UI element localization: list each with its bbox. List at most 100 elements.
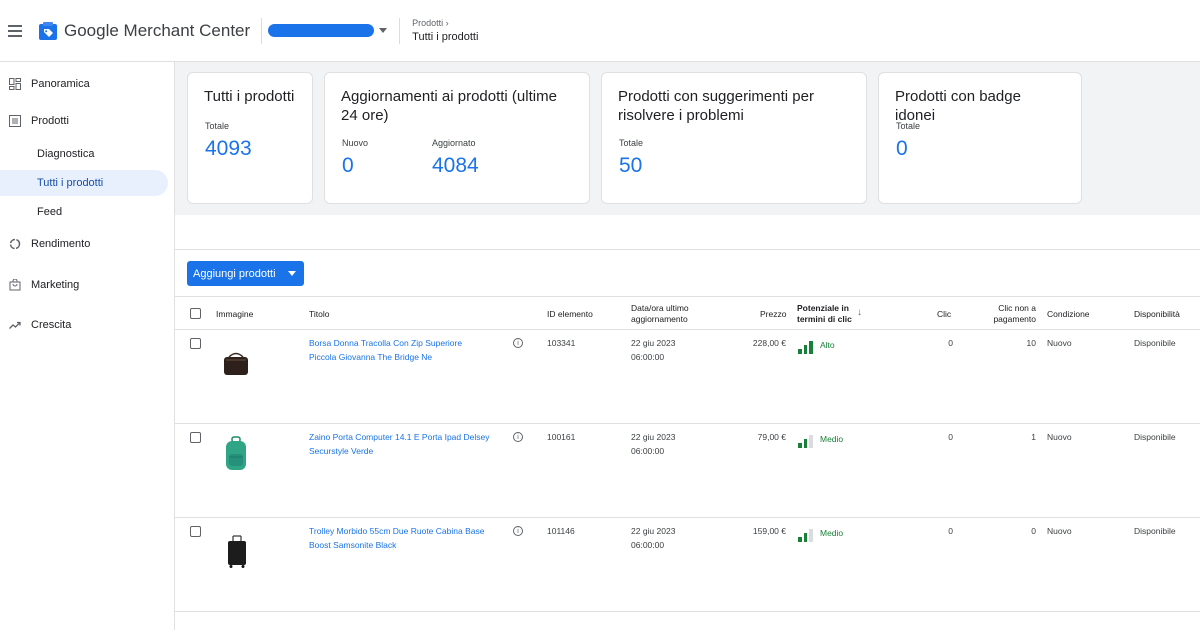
metric-label: Totale <box>619 138 644 148</box>
item-id: 101146 <box>547 526 575 536</box>
column-header-title[interactable]: Titolo <box>309 309 329 320</box>
bag-icon <box>220 347 252 384</box>
product-title-link[interactable]: Zaino Porta Computer 14.1 E Porta Ipad D… <box>309 430 489 458</box>
availability: Disponibile <box>1134 432 1176 442</box>
sidebar-item-label: Prodotti <box>31 115 69 127</box>
breadcrumb: Prodotti › Tutti i prodotti <box>412 18 478 43</box>
last-updated: 22 giu 2023 06:00:00 <box>631 432 676 456</box>
price: 159,00 € <box>752 526 786 536</box>
sort-down-icon[interactable]: ↓ <box>857 307 862 318</box>
product-title-link[interactable]: Borsa Donna Tracolla Con Zip Superiore P… <box>309 336 462 364</box>
item-id: 100161 <box>547 432 576 442</box>
click-potential-bars-icon <box>798 341 813 354</box>
add-products-button[interactable]: Aggiungi prodotti <box>187 261 304 286</box>
metric-label: Nuovo <box>342 138 369 148</box>
condition: Nuovo <box>1047 432 1072 442</box>
sidebar-item-crescita[interactable]: Crescita <box>0 312 71 338</box>
account-dropdown-icon[interactable] <box>379 28 388 33</box>
row-checkbox[interactable] <box>190 526 201 537</box>
summary-band: Tutti i prodotti Totale 4093 Aggiornamen… <box>175 62 1200 215</box>
backpack-icon <box>223 436 249 477</box>
shopping-bag-icon <box>9 278 21 291</box>
dashboard-icon <box>9 78 21 90</box>
hamburger-menu-icon[interactable] <box>8 24 22 37</box>
sidebar-item-feed[interactable]: Feed <box>0 199 168 225</box>
column-header-condition[interactable]: Condizione <box>1047 309 1090 320</box>
info-icon[interactable]: i <box>513 432 523 442</box>
click-potential-bars-icon <box>798 529 813 542</box>
product-title-link[interactable]: Trolley Morbido 55cm Due Ruote Cabina Ba… <box>309 524 484 552</box>
condition: Nuovo <box>1047 526 1072 536</box>
sidebar-item-tutti-i-prodotti[interactable]: Tutti i prodotti <box>0 170 168 196</box>
unpaid-clicks: 10 <box>1026 338 1036 348</box>
table-row[interactable]: Trolley Morbido 55cm Due Ruote Cabina Ba… <box>175 518 1200 612</box>
column-header-availability[interactable]: Disponibilità <box>1134 309 1180 320</box>
sidebar: Panoramica Prodotti Diagnostica Tutti i … <box>0 62 175 630</box>
card-title: Prodotti con badge idonei <box>895 88 1021 124</box>
card-product-updates[interactable]: Aggiornamenti ai prodotti (ultime 24 ore… <box>324 72 590 204</box>
merchant-center-logo-icon <box>38 21 58 41</box>
column-header-clicks[interactable]: Clic <box>937 309 951 320</box>
unpaid-clicks: 0 <box>1031 526 1036 536</box>
card-title: Aggiornamenti ai prodotti (ultime 24 ore… <box>341 88 557 124</box>
donut-icon <box>9 238 21 250</box>
table-header: Immagine Titolo ID elemento Data/ora ult… <box>175 296 1200 330</box>
account-selector[interactable] <box>268 24 375 37</box>
suitcase-icon <box>225 535 249 574</box>
sidebar-item-marketing[interactable]: Marketing <box>0 272 79 298</box>
last-updated: 22 giu 2023 06:00:00 <box>631 338 676 362</box>
card-title: Prodotti con suggerimenti per risolvere … <box>618 88 814 124</box>
click-potential-label: Medio <box>820 434 844 444</box>
metric-value: 0 <box>896 137 908 160</box>
metric-label: Totale <box>205 121 230 131</box>
top-app-bar: Google Merchant Center Prodotti › Tutti … <box>0 0 1200 62</box>
column-header-updated[interactable]: Data/ora ultimo aggiornamento <box>631 303 689 325</box>
sidebar-item-label: Rendimento <box>31 238 91 250</box>
unpaid-clicks: 1 <box>1031 432 1036 442</box>
sidebar-item-rendimento[interactable]: Rendimento <box>0 231 90 257</box>
column-header-image[interactable]: Immagine <box>216 309 253 320</box>
metric-label: Totale <box>896 121 921 131</box>
card-suggestions[interactable]: Prodotti con suggerimenti per risolvere … <box>601 72 867 204</box>
availability: Disponibile <box>1134 526 1176 536</box>
card-all-products[interactable]: Tutti i prodotti Totale 4093 <box>187 72 313 204</box>
info-icon[interactable]: i <box>513 526 523 536</box>
sidebar-item-prodotti[interactable]: Prodotti <box>0 108 69 134</box>
page-title: Tutti i prodotti <box>412 31 479 43</box>
column-header-unpaid-clicks[interactable]: Clic non a pagamento <box>983 303 1036 325</box>
column-header-price[interactable]: Prezzo <box>760 309 786 320</box>
metric-value: 4093 <box>205 137 252 160</box>
clicks: 0 <box>948 338 953 348</box>
item-id: 103341 <box>547 338 576 348</box>
card-title: Tutti i prodotti <box>204 88 295 105</box>
availability: Disponibile <box>1134 338 1176 348</box>
click-potential-bars-icon <box>798 435 813 448</box>
breadcrumb-parent-link[interactable]: Prodotti › <box>412 18 478 28</box>
metric-value: 0 <box>342 154 354 177</box>
last-updated: 22 giu 2023 06:00:00 <box>631 526 676 550</box>
sidebar-item-panoramica[interactable]: Panoramica <box>0 71 90 97</box>
sidebar-item-label: Crescita <box>31 319 72 331</box>
column-header-click-potential[interactable]: Potenziale in termini di clic <box>797 303 852 325</box>
chevron-down-icon[interactable] <box>288 271 296 276</box>
table-row[interactable]: Borsa Donna Tracolla Con Zip Superiore P… <box>175 330 1200 424</box>
metric-value: 50 <box>619 154 643 177</box>
price: 228,00 € <box>752 338 786 348</box>
app-name: Google Merchant Center <box>64 20 251 40</box>
metric-label: Aggiornato <box>432 138 476 148</box>
card-badges[interactable]: Prodotti con badge idonei Totale 0 <box>878 72 1082 204</box>
clicks: 0 <box>948 526 953 536</box>
products-table: Immagine Titolo ID elemento Data/ora ult… <box>175 296 1200 612</box>
select-all-checkbox[interactable] <box>190 308 201 319</box>
clicks: 0 <box>948 432 953 442</box>
sidebar-item-diagnostica[interactable]: Diagnostica <box>0 141 168 167</box>
list-icon <box>9 115 21 127</box>
info-icon[interactable]: i <box>513 338 523 348</box>
column-header-id[interactable]: ID elemento <box>547 309 593 320</box>
condition: Nuovo <box>1047 338 1072 348</box>
price: 79,00 € <box>757 432 786 442</box>
metric-value: 4084 <box>432 154 479 177</box>
row-checkbox[interactable] <box>190 432 201 443</box>
table-row[interactable]: Zaino Porta Computer 14.1 E Porta Ipad D… <box>175 424 1200 518</box>
row-checkbox[interactable] <box>190 338 201 349</box>
